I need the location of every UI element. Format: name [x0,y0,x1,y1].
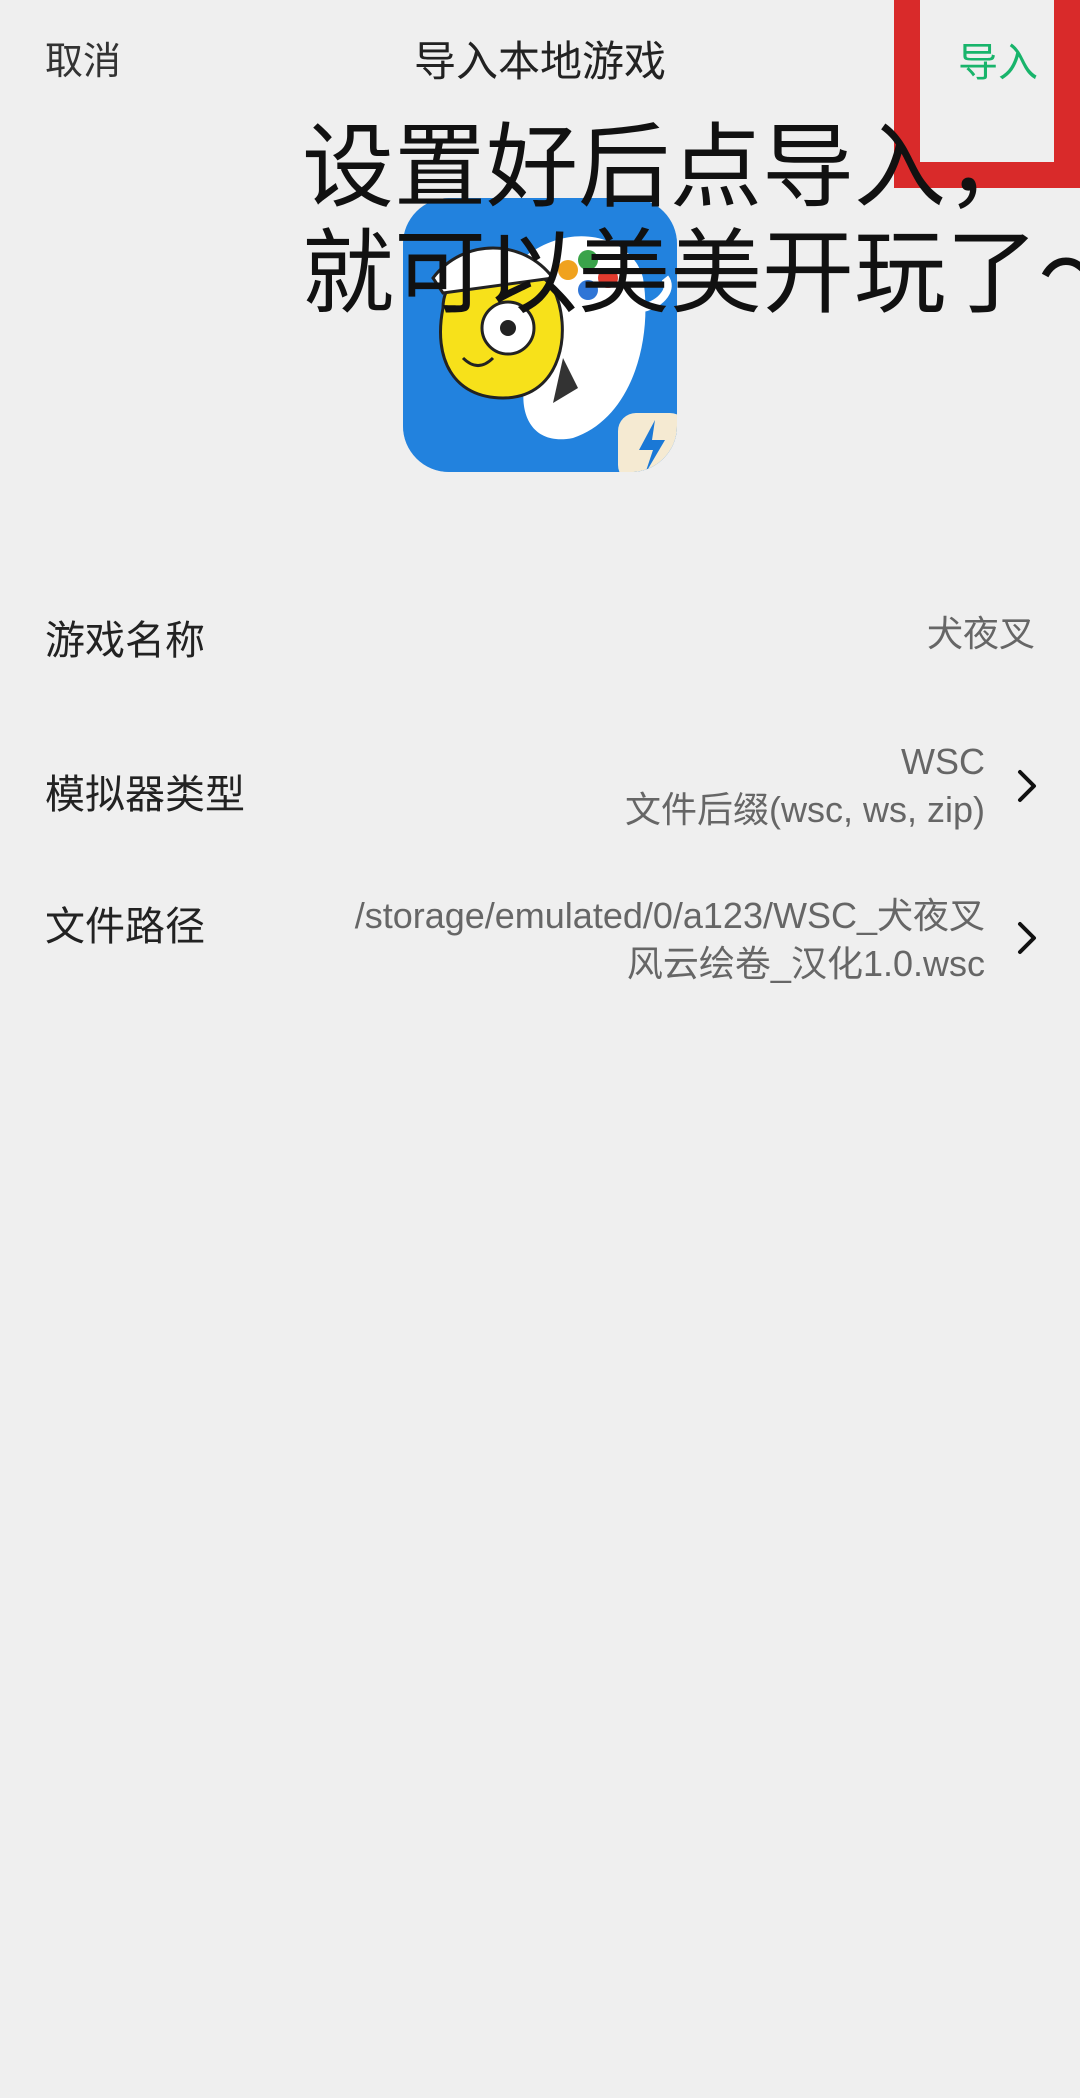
file-path-row[interactable]: 文件路径 /storage/emulated/0/a123/WSC_犬夜叉 风云… [0,890,1080,994]
emulator-type-row[interactable]: 模拟器类型 WSC 文件后缀(wsc, ws, zip) [0,736,1080,836]
game-name-value: 犬夜叉 [926,613,1035,654]
file-path-line-2: 风云绘卷_汉化1.0.wsc [626,943,985,984]
file-path-value: /storage/emulated/0/a123/WSC_犬夜叉 风云绘卷_汉化… [355,892,985,988]
chevron-right-icon [1018,922,1036,954]
app-logo-icon [403,198,677,472]
emulator-type-extensions: 文件后缀(wsc, ws, zip) [624,789,985,830]
chevron-right-icon [1018,770,1036,802]
page-title: 导入本地游戏 [413,38,666,85]
import-button[interactable]: 导入 [958,30,1038,88]
file-path-label: 文件路径 [45,905,205,949]
game-name-label: 游戏名称 [45,619,205,663]
game-name-row[interactable]: 游戏名称 犬夜叉 [0,600,1080,666]
top-bar: 取消 导入本地游戏 导入 [0,0,1080,110]
emulator-type-value: WSC 文件后缀(wsc, ws, zip) [625,738,985,834]
emulator-type-label: 模拟器类型 [45,773,245,817]
file-path-line-1: /storage/emulated/0/a123/WSC_犬夜叉 [354,895,985,936]
emulator-type-name: WSC [901,741,985,782]
